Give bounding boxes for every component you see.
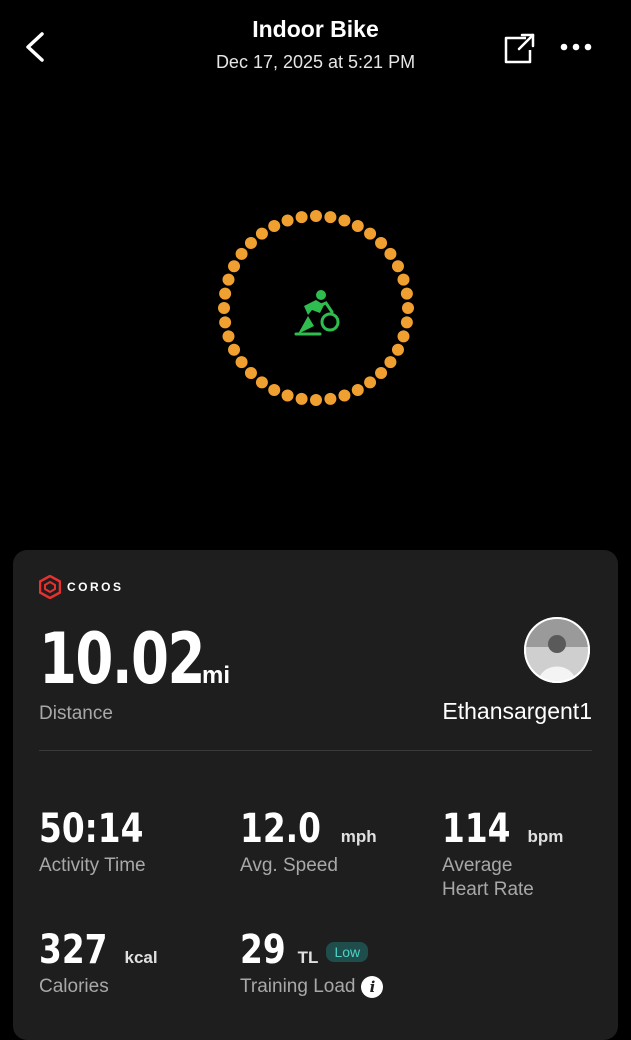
- ring-dot: [391, 343, 404, 356]
- stat-value: 50:14: [39, 806, 144, 852]
- username: Ethansargent1: [442, 698, 592, 724]
- ring-dot: [310, 394, 322, 406]
- ring-dot: [228, 343, 241, 356]
- distance-label: Distance: [39, 703, 113, 724]
- ring-dot: [228, 260, 241, 273]
- ring-dot: [324, 392, 337, 405]
- ring-dot: [295, 211, 308, 224]
- ring-dot: [397, 330, 410, 343]
- distance-unit: mi: [202, 662, 231, 689]
- training-load-badge: Low: [326, 942, 369, 962]
- share-icon: [504, 33, 535, 64]
- stat-calories: 327 kcal Calories: [39, 927, 158, 999]
- stat-label: Training Load: [240, 976, 356, 997]
- ring-dot: [402, 302, 414, 314]
- stat-label: Calories: [39, 976, 109, 997]
- ring-dot: [324, 211, 337, 224]
- user-photo-icon: [524, 617, 590, 683]
- ring-dot: [268, 383, 281, 396]
- stat-label: Activity Time: [39, 855, 146, 876]
- dotted-ring: [218, 210, 414, 406]
- ring-dot: [244, 236, 257, 249]
- ring-dot: [364, 227, 377, 240]
- stat-value: 114: [442, 806, 511, 852]
- share-button[interactable]: [502, 30, 538, 66]
- stat-unit: mph: [340, 827, 377, 846]
- ring-dot: [295, 392, 308, 405]
- ring-dot: [219, 287, 232, 300]
- stat-unit: TL: [297, 948, 319, 967]
- ring-dot: [219, 316, 232, 329]
- ring-dot: [364, 376, 377, 389]
- stat-label: Average Heart Rate: [442, 855, 534, 900]
- ring-dot: [281, 214, 294, 227]
- more-options-button[interactable]: [558, 38, 594, 56]
- ring-dot: [338, 214, 351, 227]
- stat-value: 29: [240, 927, 286, 973]
- stat-unit: bpm: [527, 827, 564, 846]
- ring-dot: [222, 330, 235, 343]
- ring-dot: [244, 367, 257, 380]
- ring-dot: [268, 220, 281, 233]
- ring-dot: [338, 389, 351, 402]
- ring-dot: [375, 236, 388, 249]
- stat-label: Avg. Speed: [240, 855, 338, 876]
- stat-training-load: 29 TL Low Training Load i: [240, 927, 384, 999]
- ring-dot: [281, 389, 294, 402]
- ring-dot: [351, 220, 364, 233]
- ring-dot: [235, 356, 248, 369]
- stat-avg-speed: 12.0 mph Avg. Speed: [240, 806, 377, 878]
- distance-number: 10.02: [39, 618, 205, 700]
- ring-dot: [255, 227, 268, 240]
- activity-summary-card: COROS 10.02 mi Distance Ethansargent1 50…: [13, 550, 618, 1040]
- distance-value: 10.02 mi: [39, 618, 230, 700]
- brand: COROS: [39, 574, 124, 600]
- coros-logo-icon: [39, 575, 61, 599]
- info-icon[interactable]: i: [361, 975, 384, 998]
- stat-activity-time: 50:14 Activity Time: [39, 806, 166, 878]
- ring-dot: [255, 376, 268, 389]
- header: Indoor Bike Dec 17, 2025 at 5:21 PM: [0, 0, 631, 90]
- ring-dot: [218, 302, 230, 314]
- ring-dot: [391, 260, 404, 273]
- ring-dot: [351, 383, 364, 396]
- stat-value: 327: [39, 927, 108, 973]
- ring-dot: [384, 356, 397, 369]
- brand-name: COROS: [67, 580, 124, 594]
- ring-dot: [375, 367, 388, 380]
- ring-dot: [235, 247, 248, 260]
- ring-dot: [310, 210, 322, 222]
- ring-dot: [400, 316, 413, 329]
- more-icon: [560, 43, 592, 51]
- indoor-bike-icon: [294, 290, 340, 336]
- activity-ring: [214, 206, 418, 410]
- ring-dot: [397, 273, 410, 286]
- ring-dot: [222, 273, 235, 286]
- stat-value: 12.0: [240, 806, 321, 852]
- divider: [39, 750, 592, 751]
- stat-unit: kcal: [124, 948, 158, 967]
- ring-dot: [400, 287, 413, 300]
- stat-heart-rate: 114 bpm Average Heart Rate: [442, 806, 563, 902]
- avatar[interactable]: [524, 617, 590, 683]
- ring-dot: [384, 247, 397, 260]
